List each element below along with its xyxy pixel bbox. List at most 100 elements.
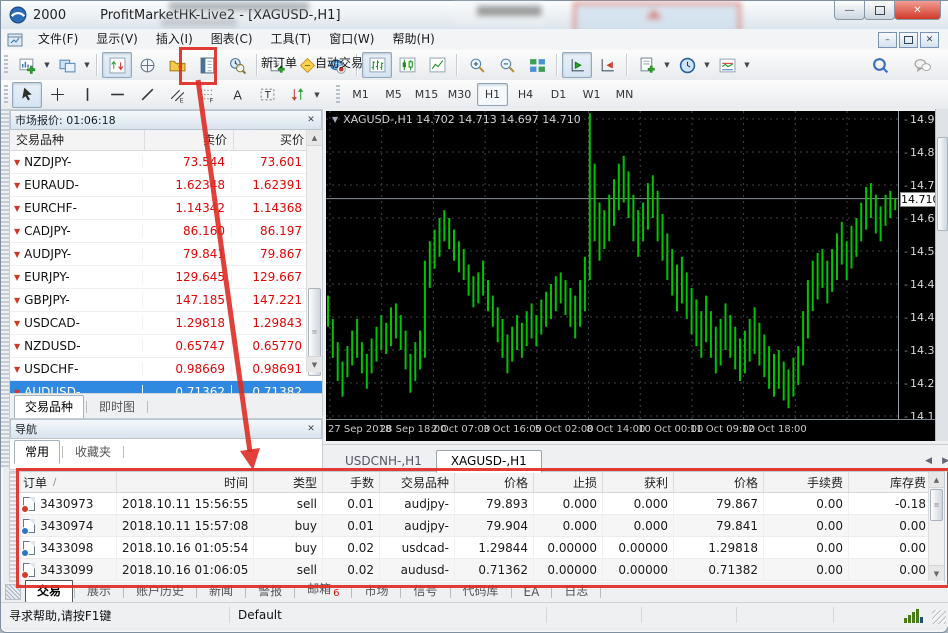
menu-item-0[interactable]: 文件(F) [29,32,87,46]
market-watch-row-usdcad[interactable]: ▼ USDCAD- 1.29818 1.29843 [10,312,322,335]
search-button[interactable] [865,52,895,78]
periods-button[interactable] [672,52,702,78]
price-scale[interactable]: -14.915-14.830-14.745-14.660-14.575-14.4… [899,111,948,423]
toolbar-grip[interactable] [4,84,8,105]
column-header-sl[interactable]: 止损 [534,472,603,492]
timeframe-h4[interactable]: H4 [510,83,541,106]
column-header-order[interactable]: 订单 ∕ [18,472,117,492]
order-row-3430974[interactable]: 3430974 2018.10.11 15:57:08 buy 0.01 audjpy-… [18,515,932,537]
terminal-button[interactable] [192,52,222,78]
timeframe-m15[interactable]: M15 [411,83,442,106]
timeframe-d1[interactable]: D1 [543,83,574,106]
timeframe-m5[interactable]: M5 [378,83,409,106]
column-ask[interactable]: 买价 [234,130,310,150]
market-watch-row-eurjpy[interactable]: ▼ EURJPY- 129.645 129.667 [10,266,322,289]
order-row-3430973[interactable]: 3430973 2018.10.11 15:56:55 sell 0.01 audjpy… [18,493,932,515]
navigator-titlebar[interactable]: 导航 ✕ [10,419,322,439]
auto-scroll-button[interactable] [562,52,592,78]
strategy-tester-button[interactable] [222,52,252,78]
terminal-dock-icon[interactable] [5,584,21,600]
toolbar-grip[interactable] [4,55,8,75]
chart-plot[interactable]: ▼ XAGUSD-,H1 14.702 14.713 14.697 14.710 [326,111,900,419]
terminal-tab-2[interactable]: 账户历史 [125,581,195,602]
menu-item-6[interactable]: 帮助(H) [383,32,443,46]
text-button[interactable]: A [222,82,252,108]
chart-tab-1[interactable]: XAGUSD-,H1 [435,450,542,473]
scrollbar-thumb[interactable]: ≡ [930,489,943,521]
timeframe-m1[interactable]: M1 [345,83,376,106]
scrollbar-thumb[interactable] [937,137,948,231]
text-label-button[interactable]: T [252,82,282,108]
scroll-down-icon[interactable]: ▼ [929,565,944,581]
arrows-button[interactable] [282,82,312,108]
market-watch-button[interactable] [102,52,132,78]
autotrade-button[interactable]: 自动交易 [315,52,363,78]
periods-dropdown-icon[interactable]: ▼ [702,53,712,77]
scroll-up-icon[interactable]: ▲ [307,130,322,146]
market-watch-tab-0[interactable]: 交易品种 [14,395,85,419]
fibonacci-button[interactable]: F [192,82,222,108]
time-axis[interactable]: 27 Sep 2018 28 Sep 18:00 2 Oct 07:00 3 Oct … [326,419,936,442]
terminal-grip[interactable] [10,472,17,583]
mdi-restore-button[interactable] [899,32,918,48]
chart-shift-button[interactable] [592,52,622,78]
menu-item-3[interactable]: 图表(C) [202,32,262,46]
market-watch-row-eurchf[interactable]: ▼ EURCHF- 1.14342 1.14368 [10,197,322,220]
minimize-button[interactable]: — [834,1,865,20]
panel-edge-grip[interactable] [1,109,9,468]
terminal-tab-7[interactable]: 信号 [402,581,448,602]
mdi-close-button[interactable]: ✕ [920,32,939,48]
menu-item-4[interactable]: 工具(T) [262,32,321,46]
menu-item-2[interactable]: 插入(I) [147,32,202,46]
data-window-button[interactable] [132,52,162,78]
profiles-dropdown-icon[interactable]: ▼ [82,53,92,77]
templates-button[interactable] [712,52,742,78]
market-watch-tab-1[interactable]: 即时图 [89,396,145,418]
tile-windows-button[interactable] [522,52,552,78]
indicators-button[interactable] [632,52,662,78]
navigator-button[interactable] [162,52,192,78]
column-header-lots[interactable]: 手数 [323,472,380,492]
tab-scroll-right-icon[interactable]: ▶ [942,456,948,466]
toolbar-grip[interactable] [336,84,340,105]
chart-right-scrollbar[interactable] [935,109,948,441]
column-header-symbol[interactable]: 交易品种 [380,472,455,492]
timeframe-h1[interactable]: H1 [477,83,508,106]
terminal-tab-3[interactable]: 新闻 [198,581,244,602]
templates-dropdown-icon[interactable]: ▼ [742,53,752,77]
column-header-tp[interactable]: 获利 [603,472,674,492]
menu-item-5[interactable]: 窗口(W) [320,32,383,46]
market-watch-row-nzdusd[interactable]: ▼ NZDUSD- 0.65747 0.65770 [10,335,322,358]
line-chart-button[interactable] [422,52,452,78]
restore-button[interactable] [864,1,895,20]
scroll-down-icon[interactable]: ▼ [307,356,322,372]
chart-window-icon[interactable] [7,32,23,48]
column-bid[interactable]: 卖价 [145,130,234,150]
market-watch-titlebar[interactable]: 市场报价: 01:06:18 ✕ [10,110,322,130]
column-header-commission[interactable]: 手续费 [764,472,849,492]
terminal-tab-10[interactable]: 日志 [553,581,599,602]
terminal-tab-0[interactable]: 交易 [25,580,74,603]
candle-chart-button[interactable] [392,52,422,78]
new-chart-dropdown-icon[interactable]: ▼ [42,53,52,77]
crosshair-button[interactable] [42,82,72,108]
trendline-button[interactable] [132,82,162,108]
menu-item-1[interactable]: 显示(V) [87,32,147,46]
market-watch-row-cadjpy[interactable]: ▼ CADJPY- 86.160 86.197 [10,220,322,243]
zoom-out-button[interactable] [492,52,522,78]
market-watch-row-audjpy[interactable]: ▼ AUDJPY- 79.841 79.867 [10,243,322,266]
zoom-in-button[interactable] [462,52,492,78]
tab-scroll-left-icon[interactable]: ◀ [925,456,932,466]
timeframe-m30[interactable]: M30 [444,83,475,106]
chevron-down-icon[interactable]: ▼ [332,115,338,124]
market-watch-row-usdchf[interactable]: ▼ USDCHF- 0.98669 0.98691 [10,358,322,381]
column-header-swap[interactable]: 库存费 [849,472,932,492]
horizontal-line-button[interactable] [102,82,132,108]
close-icon[interactable]: ✕ [305,424,317,434]
terminal-scrollbar[interactable]: ▲ ≡ ▼ [928,472,944,581]
column-header-price2[interactable]: 价格 [674,472,764,492]
scroll-up-icon[interactable]: ▲ [929,472,944,488]
indicators-dropdown-icon[interactable]: ▼ [662,53,672,77]
title-bar[interactable]: 2000 ProfitMarketHK-Live2 - [XAGUSD-,H1]… [1,1,948,36]
order-row-3433098[interactable]: 3433098 2018.10.16 01:05:54 buy 0.02 usdcad-… [18,537,932,559]
